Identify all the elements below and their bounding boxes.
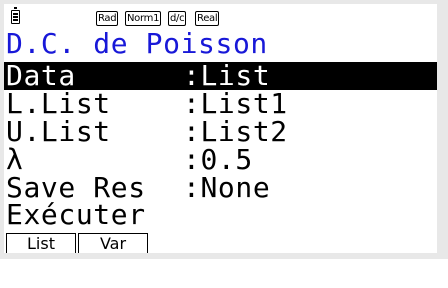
calculator-screen: Rad Norm1 d/c Real D.C. de Poisson Data … <box>4 4 437 253</box>
field-value: :List1 <box>183 87 288 120</box>
field-label: λ <box>6 143 24 176</box>
f1-list-button[interactable]: List <box>6 233 76 253</box>
field-row-data[interactable]: Data :List <box>4 62 437 90</box>
fraction-mode-badge: d/c <box>168 11 187 26</box>
field-row-upper-list[interactable]: U.List :List2 <box>4 118 437 146</box>
field-value: :List <box>183 59 271 92</box>
page-title: D.C. de Poisson <box>6 27 268 60</box>
field-value: :0.5 <box>183 143 253 176</box>
field-value: :None <box>183 171 271 204</box>
field-label: U.List <box>6 115 111 148</box>
field-row-lambda[interactable]: λ :0.5 <box>4 146 437 174</box>
angle-mode-badge: Rad <box>96 11 119 26</box>
f2-var-button[interactable]: Var <box>78 233 148 253</box>
display-mode-badge: Norm1 <box>125 11 162 26</box>
field-row-lower-list[interactable]: L.List :List1 <box>4 90 437 118</box>
field-value: :List2 <box>183 115 288 148</box>
battery-icon <box>11 7 20 24</box>
execute-command[interactable]: Exécuter <box>6 201 146 229</box>
field-label: L.List <box>6 87 111 120</box>
complex-mode-badge: Real <box>195 11 220 26</box>
field-label: Data <box>6 59 76 92</box>
